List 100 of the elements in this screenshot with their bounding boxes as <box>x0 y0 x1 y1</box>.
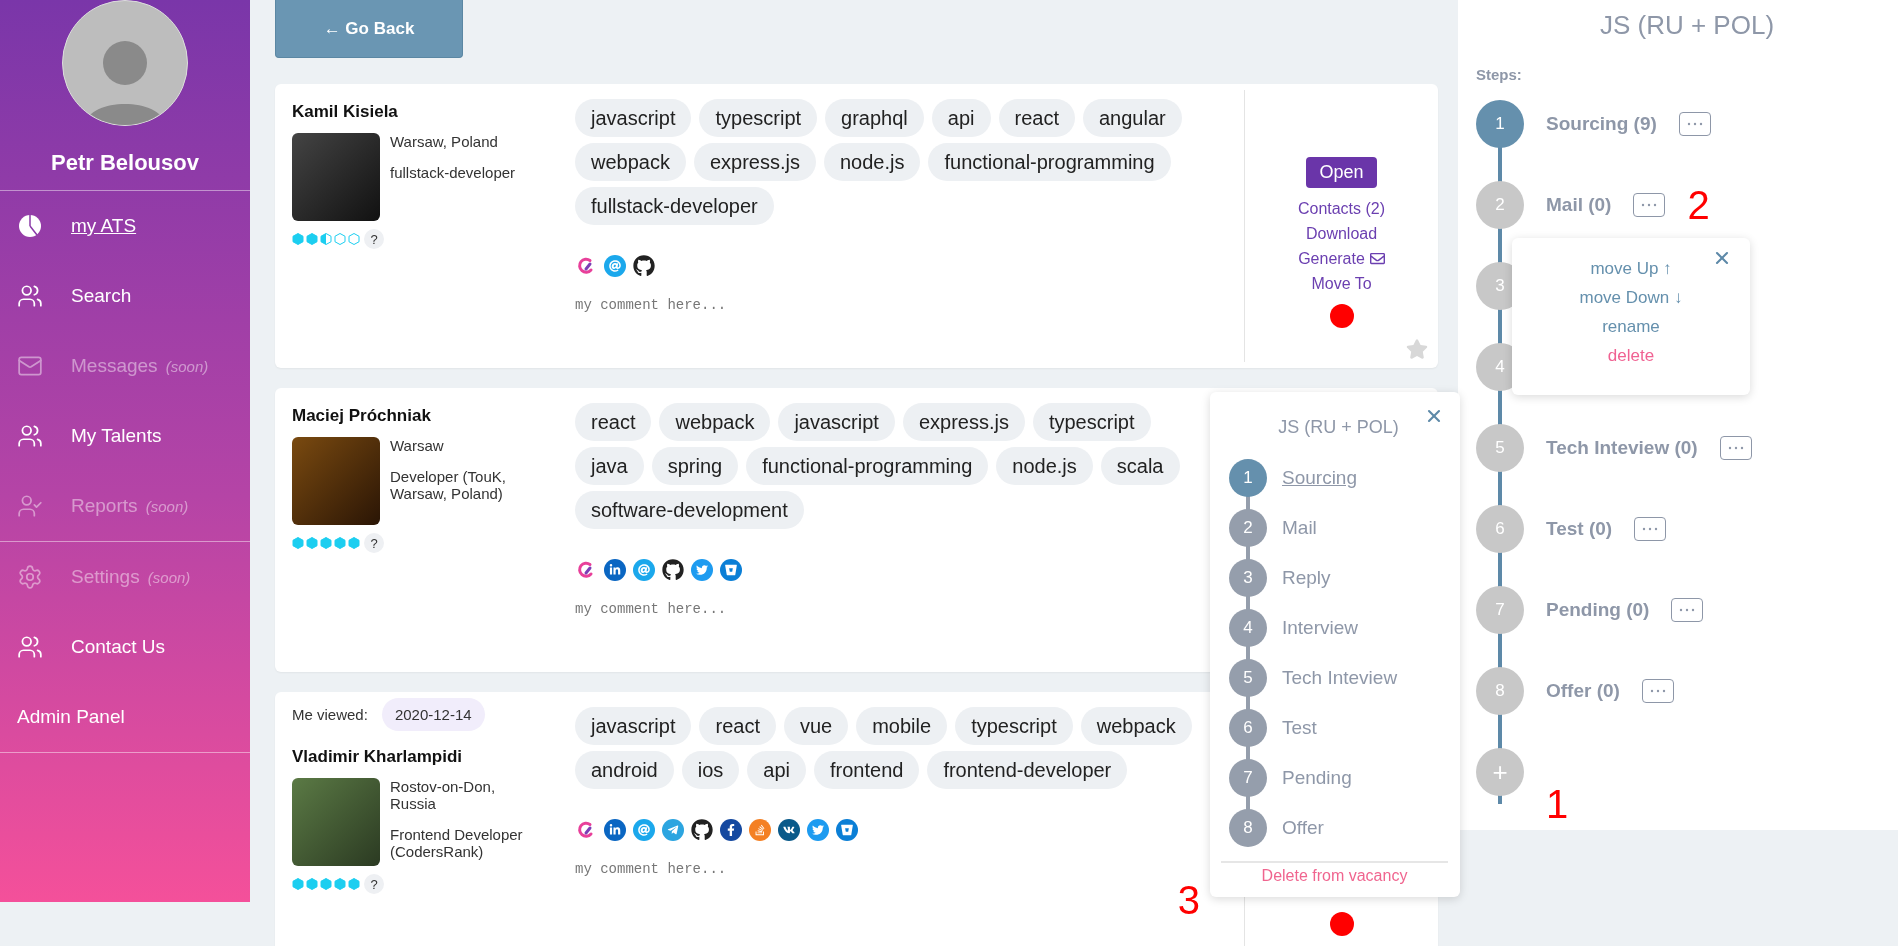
star-icon[interactable] <box>1406 338 1428 360</box>
open-button[interactable]: Open <box>1306 157 1377 188</box>
nav-item[interactable]: Contact Us <box>0 612 250 682</box>
candidate-title: Developer (TouK, Warsaw, Poland) <box>390 468 507 502</box>
more-options-button[interactable] <box>1634 517 1667 541</box>
github-icon[interactable] <box>633 255 655 277</box>
github-icon[interactable] <box>662 559 684 581</box>
step-option[interactable]: Pending <box>1282 767 1352 789</box>
menu-item[interactable]: move Up ↑ <box>1590 254 1672 283</box>
skill-tag: api <box>931 99 991 137</box>
step-option[interactable]: Tech Inteview <box>1282 667 1398 689</box>
skill-tag: react <box>998 99 1075 137</box>
action-link[interactable]: Move To <box>1311 271 1372 296</box>
step-label: Sourcing (9) <box>1546 113 1657 135</box>
step-number: 1 <box>1229 459 1267 497</box>
comment-field[interactable]: my comment here... <box>575 297 995 321</box>
viewed-label: Me viewed: <box>292 706 368 723</box>
step-option[interactable]: Mail <box>1282 517 1317 539</box>
back-button[interactable]: ← Go Back <box>275 0 463 58</box>
step-number: 3 <box>1229 559 1267 597</box>
bitbucket-icon[interactable] <box>720 559 742 581</box>
comment-field[interactable]: my comment here... <box>575 601 995 625</box>
menu-item[interactable]: delete <box>1607 341 1655 370</box>
nav-item[interactable]: My Talents <box>0 401 250 471</box>
users-icon <box>17 283 43 309</box>
skill-tag: javascript <box>575 707 692 745</box>
email-icon[interactable] <box>633 559 655 581</box>
rating-hexagon-icon <box>348 233 360 245</box>
vk-icon[interactable] <box>778 819 800 841</box>
telegram-icon[interactable] <box>662 819 684 841</box>
candidate-location: Rostov-on-Don, Russia <box>390 778 497 812</box>
nav-item[interactable]: Search <box>0 261 250 331</box>
skill-tag: scala <box>1100 447 1180 485</box>
generate-link[interactable]: Generate <box>1298 246 1385 271</box>
action-link[interactable]: Contacts (2) <box>1297 196 1386 221</box>
email-icon[interactable] <box>604 255 626 277</box>
rating-hexagon-icon <box>306 233 318 245</box>
step-label: Tech Inteview (0) <box>1546 437 1698 459</box>
step-label: Pending (0) <box>1546 599 1650 621</box>
rating-hexagon-icon <box>348 537 360 549</box>
settings-icon <box>17 564 43 590</box>
mail-icon <box>17 353 43 379</box>
step-number[interactable]: 1 <box>1476 100 1524 148</box>
rating-hexagon-icon <box>292 537 304 549</box>
step-option[interactable]: Interview <box>1282 617 1359 639</box>
comment-field[interactable]: my comment here... <box>575 861 995 885</box>
skill-tag: graphql <box>825 99 924 137</box>
linkedin-icon[interactable] <box>604 559 626 581</box>
step-option[interactable]: Test <box>1282 717 1317 739</box>
popup-title: JS (RU + POL) <box>1277 416 1400 439</box>
menu-item[interactable]: move Down ↓ <box>1579 283 1683 312</box>
rating-hexagon-icon <box>292 233 304 245</box>
rating-hexagon-icon <box>292 878 304 890</box>
more-options-button[interactable] <box>1671 598 1704 622</box>
rating-hexagon-icon <box>306 537 318 549</box>
bitbucket-icon[interactable] <box>836 819 858 841</box>
rating-help-badge[interactable]: ? <box>364 229 384 249</box>
candidate-location: Warsaw, Poland <box>390 133 499 150</box>
twitter-icon[interactable] <box>691 559 713 581</box>
skill-tag: react <box>699 707 776 745</box>
skill-tag: react <box>575 403 652 441</box>
skill-tag: javascript <box>575 99 692 137</box>
email-icon[interactable] <box>633 819 655 841</box>
step-option[interactable]: Reply <box>1282 567 1331 589</box>
skill-tag: webpack <box>1080 707 1192 745</box>
more-options-button[interactable] <box>1719 436 1752 460</box>
stackoverflow-icon[interactable] <box>749 819 771 841</box>
rating-help-badge[interactable]: ? <box>364 533 384 553</box>
add-step-button[interactable]: + <box>1476 748 1524 796</box>
user-check-icon <box>17 493 43 519</box>
github-icon[interactable] <box>691 819 713 841</box>
skill-tag: webpack <box>575 143 686 181</box>
menu-item[interactable]: rename <box>1602 312 1660 341</box>
envelope-icon <box>1369 251 1385 266</box>
rating-hexagon-icon <box>320 537 332 549</box>
ellipsis-icon <box>1679 608 1696 612</box>
annotation-number: 2 <box>1687 185 1710 225</box>
user-name: Petr Belousov <box>50 149 200 177</box>
step-option[interactable]: Sourcing <box>1282 467 1357 489</box>
step-label: Test (0) <box>1546 518 1613 540</box>
skill-tag: frontend-developer <box>927 751 1128 789</box>
candidate-name: Maciej Próchniak <box>292 406 432 426</box>
delete-link[interactable]: Delete from vacancy <box>1221 861 1448 885</box>
step-number: 7 <box>1229 759 1267 797</box>
action-link[interactable]: Download <box>1305 221 1378 246</box>
step-label: Offer (0) <box>1546 680 1620 702</box>
skill-tag: typescript <box>699 99 818 137</box>
twitter-icon[interactable] <box>807 819 829 841</box>
step-option[interactable]: Offer <box>1282 817 1324 839</box>
more-options-button[interactable] <box>1641 679 1674 703</box>
skill-tag: typescript <box>955 707 1073 745</box>
more-options-button[interactable] <box>1678 112 1711 136</box>
linkedin-icon[interactable] <box>604 819 626 841</box>
rating-help-badge[interactable]: ? <box>364 874 384 894</box>
more-options-button[interactable] <box>1633 193 1666 217</box>
nav-item[interactable]: my ATS <box>0 191 250 261</box>
facebook-icon[interactable] <box>720 819 742 841</box>
ellipsis-icon <box>1727 446 1744 450</box>
skill-tag: node.js <box>996 447 1093 485</box>
nav-item[interactable]: Admin Panel <box>0 682 250 752</box>
